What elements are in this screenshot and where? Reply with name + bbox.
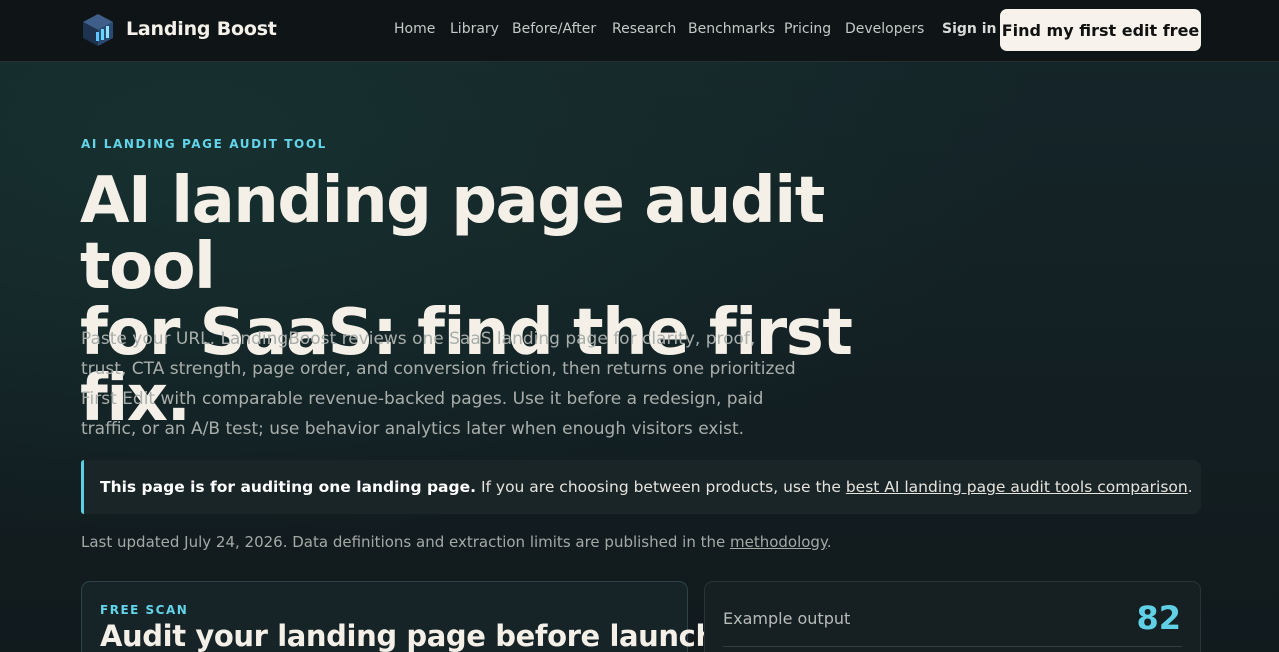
hero-eyebrow: AI LANDING PAGE AUDIT TOOL	[81, 137, 327, 151]
audience-notice: This page is for auditing one landing pa…	[81, 460, 1201, 514]
free-scan-title: Audit your landing page before launch.	[100, 619, 727, 652]
find-first-edit-button[interactable]: Find my first edit free	[1000, 9, 1201, 51]
last-updated-note: Last updated July 24, 2026. Data definit…	[81, 533, 831, 551]
free-scan-tag: FREE SCAN	[100, 603, 189, 617]
comparison-link[interactable]: best AI landing page audit tools compari…	[846, 478, 1188, 496]
brand-name[interactable]: Landing Boost	[126, 18, 277, 40]
example-output-label: Example output	[723, 609, 851, 628]
notice-text: If you are choosing between products, us…	[476, 478, 846, 496]
updated-text: Last updated July 24, 2026. Data definit…	[81, 533, 730, 551]
free-scan-card: FREE SCAN Audit your landing page before…	[81, 581, 727, 652]
nav-research[interactable]: Research	[612, 21, 676, 37]
card-divider	[723, 646, 1182, 647]
nav-developers[interactable]: Developers	[845, 21, 924, 37]
notice-end: .	[1187, 478, 1193, 496]
example-output-card: Example output 82	[704, 581, 1201, 652]
top-navbar: Landing Boost Home Library Before/After …	[0, 0, 1279, 62]
notice-strong-text: This page is for auditing one landing pa…	[100, 478, 477, 496]
nav-library[interactable]: Library	[450, 21, 499, 37]
nav-pricing[interactable]: Pricing	[784, 21, 831, 37]
methodology-link[interactable]: methodology	[730, 533, 827, 551]
nav-before-after[interactable]: Before/After	[512, 21, 596, 37]
sign-in-link[interactable]: Sign in	[942, 21, 997, 37]
cube-logo-icon[interactable]	[82, 13, 114, 47]
updated-end: .	[826, 533, 832, 551]
nav-benchmarks[interactable]: Benchmarks	[688, 21, 775, 37]
nav-home[interactable]: Home	[394, 21, 435, 37]
example-score: 82	[1136, 599, 1181, 637]
hero-description: Paste your URL. LandingBoost reviews one…	[81, 329, 796, 439]
page-title-line-1: AI landing page audit tool	[80, 164, 825, 304]
